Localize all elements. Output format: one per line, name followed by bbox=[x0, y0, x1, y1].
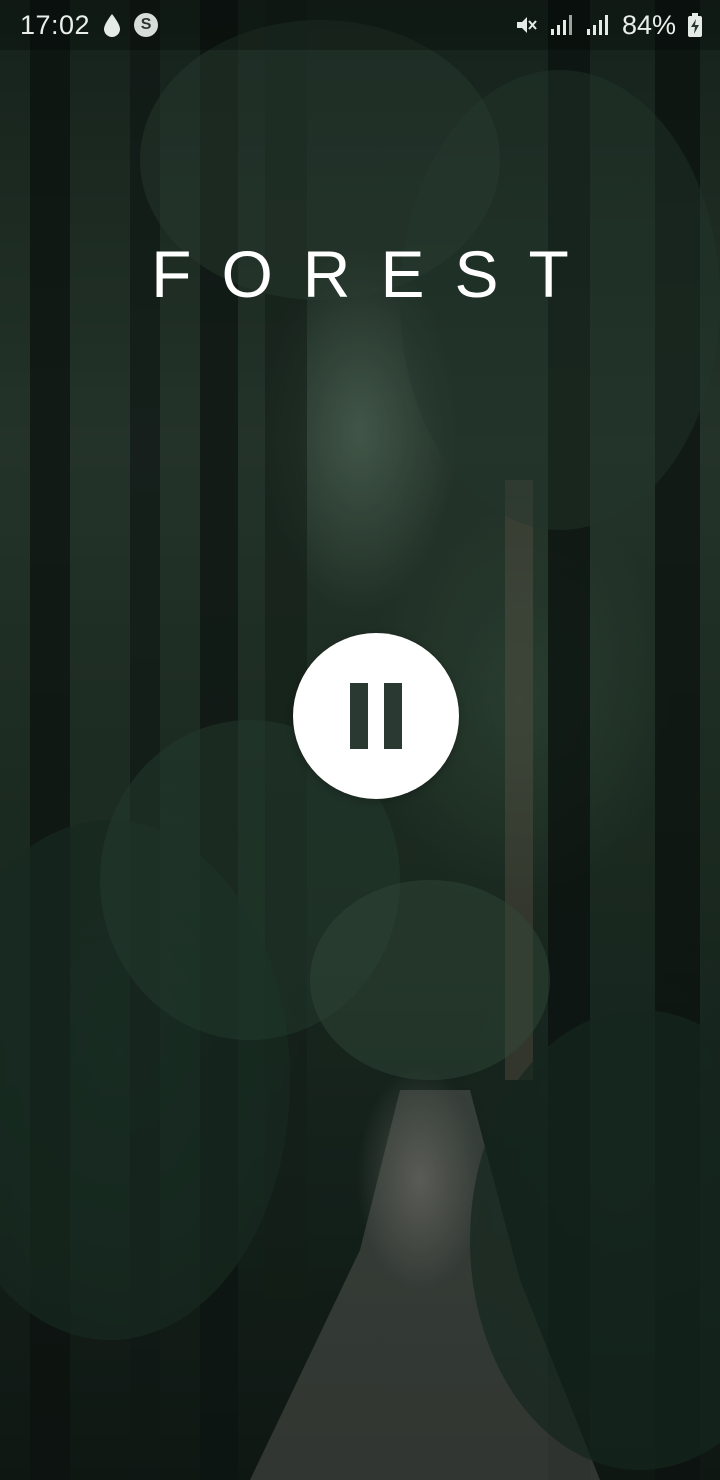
battery-percentage: 84% bbox=[621, 9, 676, 40]
status-time: 17:02 bbox=[20, 9, 91, 40]
battery-charging-icon bbox=[688, 13, 702, 37]
signal-icon bbox=[586, 14, 610, 36]
page-title: FOREST bbox=[151, 237, 599, 311]
shazam-icon: S bbox=[134, 13, 159, 37]
pause-bar-left bbox=[350, 683, 368, 749]
water-drop-icon bbox=[102, 13, 122, 37]
pause-icon bbox=[350, 683, 402, 749]
mute-icon bbox=[514, 13, 538, 37]
status-bar: 17:02 S 84% bbox=[0, 0, 720, 50]
status-bar-left: 17:02 S bbox=[20, 9, 159, 41]
signal-icon bbox=[550, 14, 574, 36]
status-bar-right: 84% bbox=[514, 10, 702, 41]
app-screen: 17:02 S 84% FOREST bbox=[0, 0, 720, 1480]
pause-bar-right bbox=[384, 683, 402, 749]
pause-button[interactable] bbox=[293, 633, 459, 799]
